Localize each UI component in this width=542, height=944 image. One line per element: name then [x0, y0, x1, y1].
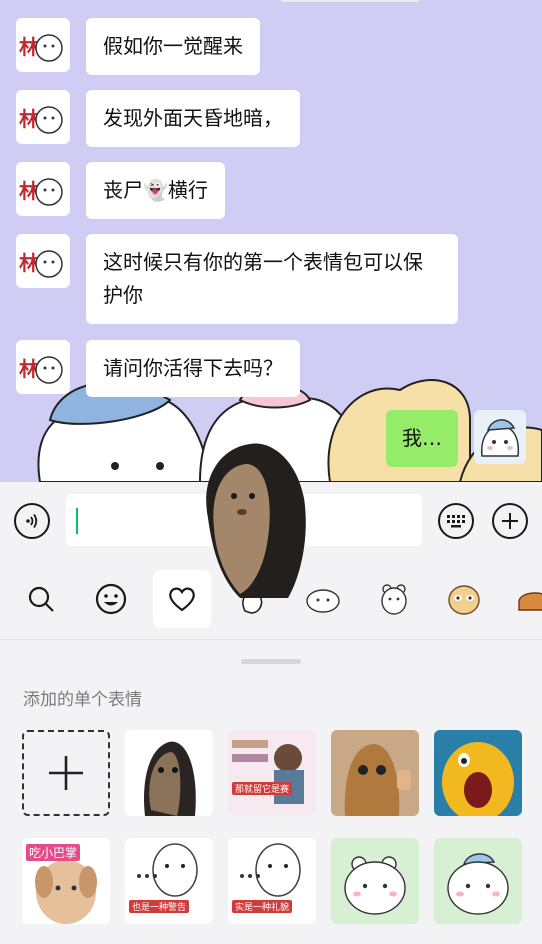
- avatar[interactable]: 林戒: [16, 340, 70, 394]
- message-bubble[interactable]: 假如你一觉醒来: [86, 18, 260, 75]
- add-sticker-button[interactable]: [22, 730, 110, 816]
- plus-icon: [502, 513, 518, 529]
- chiikawa-sticker-1[interactable]: [331, 838, 419, 924]
- my-message-row: 我…: [386, 410, 526, 467]
- cat-thumbs-up-sticker[interactable]: [331, 730, 419, 816]
- chat-area: 林戒 假如你一觉醒来 林戒 发现外面天昏地暗， 林戒 丧尸👻横行 林戒 这时候只…: [0, 0, 542, 482]
- keyboard-icon: [447, 515, 465, 528]
- message-bubble[interactable]: 发现外面天昏地暗，: [86, 90, 300, 147]
- message-row: 林戒 假如你一觉醒来: [16, 18, 260, 75]
- avatar[interactable]: 林戒: [16, 18, 70, 72]
- chiikawa-icon: [306, 589, 340, 613]
- tab-search[interactable]: [12, 570, 70, 628]
- tab-sticker-pack-4[interactable]: [435, 570, 493, 628]
- sticker-caption: 那就留它是赛: [232, 782, 293, 795]
- sticker-preview-cat: [206, 443, 306, 598]
- dog-sticker[interactable]: 吃小巴掌: [22, 838, 110, 924]
- tab-sticker-pack-3[interactable]: [365, 570, 423, 628]
- cat-sticker[interactable]: [125, 730, 213, 816]
- avatar[interactable]: 林戒: [16, 90, 70, 144]
- anime-text-sticker[interactable]: 那就留它是赛: [228, 730, 316, 816]
- keyboard-button[interactable]: [438, 503, 474, 539]
- sticker-panel: 添加的单个表情 那就留它是赛 吃小巴掌 也是一种警告 实是一种礼貌: [0, 641, 542, 944]
- sticker-caption: 实是一种礼貌: [232, 900, 293, 913]
- sticker-caption: 吃小巴掌: [26, 844, 81, 861]
- tab-emoji[interactable]: [82, 570, 140, 628]
- avatar[interactable]: 林戒: [16, 162, 70, 216]
- more-button[interactable]: [492, 503, 528, 539]
- text-caret: [76, 508, 78, 534]
- plus-icon: [49, 756, 83, 790]
- section-title: 添加的单个表情: [23, 690, 142, 710]
- avatar[interactable]: 林戒: [16, 234, 70, 288]
- drag-handle[interactable]: [241, 659, 301, 664]
- meme-face-sticker-1[interactable]: 也是一种警告: [125, 838, 213, 924]
- message-row: 林戒 发现外面天昏地暗，: [16, 90, 300, 147]
- my-message-bubble[interactable]: 我…: [386, 410, 458, 467]
- meme-face-sticker-2[interactable]: 实是一种礼貌: [228, 838, 316, 924]
- heart-icon: [169, 587, 195, 612]
- smiley-icon: [95, 583, 127, 615]
- search-icon: [28, 586, 54, 612]
- screaming-creature-sticker[interactable]: [434, 730, 522, 816]
- previous-sticker[interactable]: [280, 0, 420, 2]
- tab-sticker-pack-5[interactable]: [506, 570, 542, 628]
- bear-icon: [381, 584, 407, 615]
- chiikawa-sticker-2[interactable]: [434, 838, 522, 924]
- message-bubble[interactable]: 丧尸👻横行: [86, 162, 225, 219]
- message-bubble[interactable]: 这时候只有你的第一个表情包可以保护你: [86, 234, 458, 324]
- voice-icon: [26, 513, 38, 529]
- message-row: 林戒 这时候只有你的第一个表情包可以保护你: [16, 234, 458, 324]
- bread-icon: [518, 592, 542, 611]
- my-avatar[interactable]: [474, 410, 526, 464]
- message-row: 林戒 丧尸👻横行: [16, 162, 225, 219]
- voice-button[interactable]: [14, 503, 50, 539]
- message-bubble[interactable]: 请问你活得下去吗？: [86, 340, 300, 397]
- message-row: 林戒 请问你活得下去吗？: [16, 340, 300, 397]
- sticker-caption: 也是一种警告: [129, 900, 190, 913]
- dog-face-icon: [448, 585, 480, 615]
